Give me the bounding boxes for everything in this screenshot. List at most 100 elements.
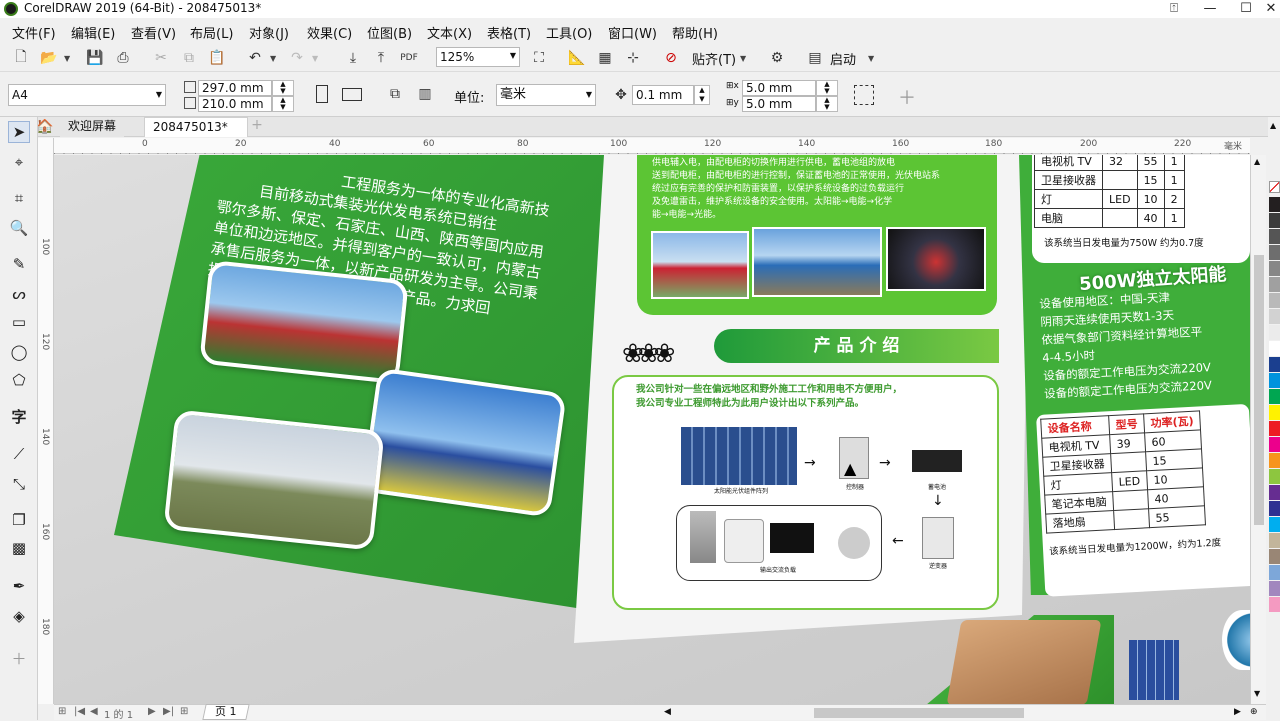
landscape-icon[interactable] — [342, 88, 362, 101]
zoom-tool-icon[interactable]: 🔍 — [8, 217, 30, 239]
redo-dropdown-caret-icon[interactable]: ▼ — [312, 54, 318, 63]
page-size-select[interactable]: A4 ▼ — [8, 84, 166, 106]
color-swatch[interactable] — [1269, 293, 1280, 308]
freehand-tool-icon[interactable]: ✎ — [8, 253, 30, 275]
next-page-icon[interactable]: ▶ — [148, 706, 156, 717]
menu-text[interactable]: 文本(X) — [427, 23, 472, 42]
color-swatch[interactable] — [1269, 325, 1280, 340]
vertical-scrollbar[interactable]: ▲ ▼ — [1250, 155, 1266, 704]
launch-dropdown-caret-icon[interactable]: ▼ — [868, 54, 874, 63]
application-launcher-icon[interactable]: ▤ — [804, 47, 826, 69]
save-icon[interactable]: 💾 — [84, 47, 106, 69]
zoom-level-input[interactable]: 125% ▼ — [436, 47, 520, 67]
add-page-before-icon[interactable]: ⊞ — [58, 706, 66, 717]
menu-bitmaps[interactable]: 位图(B) — [367, 23, 412, 42]
color-swatch[interactable] — [1269, 213, 1280, 228]
duplicate-y-input[interactable]: 5.0 mm — [742, 96, 816, 112]
menu-layout[interactable]: 布局(L) — [190, 23, 233, 42]
new-document-icon[interactable]: 🗋 — [10, 47, 32, 69]
connector-tool-icon[interactable]: ⤡ — [8, 473, 30, 495]
new-tab-icon[interactable]: + — [248, 117, 266, 133]
prev-page-icon[interactable]: ◀ — [90, 706, 98, 717]
color-swatch[interactable] — [1269, 309, 1280, 324]
user-icon[interactable]: ⍐ — [1156, 0, 1192, 18]
navigator-icon[interactable]: ⊕ — [1250, 707, 1258, 717]
options-gear-icon[interactable]: ⚙ — [766, 47, 788, 69]
full-screen-preview-icon[interactable]: ⛶ — [528, 47, 550, 69]
color-swatch[interactable] — [1269, 485, 1280, 500]
drawing-canvas[interactable]: 工程服务为一体的专业化高新技 目前移动式集装光伏发电系统已销往 鄂尔多斯、保定、… — [54, 155, 1250, 704]
publish-pdf-icon[interactable]: PDF — [398, 47, 420, 69]
color-swatch[interactable] — [1269, 245, 1280, 260]
transparency-icon[interactable]: ▩ — [8, 537, 30, 559]
tab-welcome-screen[interactable]: 欢迎屏幕 — [60, 117, 125, 137]
undo-icon[interactable]: ↶ — [244, 47, 266, 69]
home-icon[interactable]: 🏠 — [36, 119, 53, 135]
portrait-icon[interactable] — [316, 85, 328, 103]
page-tab-1[interactable]: 页 1 — [202, 704, 250, 720]
artistic-media-icon[interactable]: ᔕ — [8, 283, 30, 305]
menu-help[interactable]: 帮助(H) — [672, 23, 718, 42]
nudge-spinner[interactable]: ▲ ▼ — [694, 85, 710, 105]
eyedropper-icon[interactable]: ✒ — [8, 575, 30, 597]
last-page-icon[interactable]: ▶| — [163, 706, 174, 717]
open-folder-icon[interactable]: 📂 — [38, 47, 60, 69]
duplicate-x-spinner[interactable]: ▲ ▼ — [816, 80, 838, 96]
redo-icon[interactable]: ↷ — [286, 47, 308, 69]
no-color-swatch[interactable] — [1269, 181, 1280, 193]
color-swatch[interactable] — [1269, 197, 1280, 212]
page-border-icon[interactable] — [854, 85, 874, 105]
close-button[interactable]: ✕ — [1262, 0, 1280, 18]
unit-select[interactable]: 毫米 ▼ — [496, 84, 596, 106]
first-page-icon[interactable]: |◀ — [74, 706, 85, 717]
menu-table[interactable]: 表格(T) — [487, 23, 531, 42]
scroll-down-icon[interactable]: ▼ — [1254, 689, 1260, 698]
color-swatch[interactable] — [1269, 565, 1280, 580]
add-page-after-icon[interactable]: ⊞ — [180, 706, 188, 717]
print-icon[interactable]: ⎙ — [112, 47, 134, 69]
rectangle-tool-icon[interactable]: ▭ — [8, 311, 30, 333]
width-spinner[interactable]: ▲ ▼ — [272, 80, 294, 96]
color-swatch[interactable] — [1269, 597, 1280, 612]
color-swatch[interactable] — [1269, 341, 1280, 356]
color-swatch[interactable] — [1269, 469, 1280, 484]
undo-dropdown-caret-icon[interactable]: ▼ — [270, 54, 276, 63]
color-swatch[interactable] — [1269, 229, 1280, 244]
export-icon[interactable]: ⤒ — [370, 47, 392, 69]
height-spinner[interactable]: ▲ ▼ — [272, 96, 294, 112]
menu-object[interactable]: 对象(J) — [249, 23, 289, 42]
snap-dropdown-caret-icon[interactable]: ▼ — [740, 54, 746, 63]
minimize-button[interactable]: — — [1192, 0, 1228, 18]
shape-tool-icon[interactable]: ⌖ — [8, 151, 30, 173]
scroll-right-icon[interactable]: ▶ — [1234, 707, 1241, 717]
maximize-button[interactable]: ☐ — [1228, 0, 1264, 18]
color-swatch[interactable] — [1269, 549, 1280, 564]
color-swatch[interactable] — [1269, 357, 1280, 372]
current-page-icon[interactable]: ▥ — [414, 83, 436, 105]
add-tool-icon[interactable]: ＋ — [8, 647, 30, 669]
tab-document[interactable]: 208475013* — [144, 117, 248, 137]
menu-edit[interactable]: 编辑(E) — [71, 23, 115, 42]
vertical-scroll-thumb[interactable] — [1254, 255, 1264, 525]
menu-file[interactable]: 文件(F) — [12, 23, 56, 42]
polygon-tool-icon[interactable]: ⬠ — [8, 369, 30, 391]
add-icon[interactable]: ＋ — [898, 84, 916, 110]
show-rulers-icon[interactable]: 📐 — [566, 47, 588, 69]
nudge-distance-input[interactable]: 0.1 mm — [632, 85, 694, 105]
menu-effects[interactable]: 效果(C) — [307, 23, 352, 42]
parallel-dimension-icon[interactable]: ⟋ — [8, 443, 30, 465]
scroll-up-icon[interactable]: ▲ — [1254, 157, 1260, 166]
color-swatch[interactable] — [1269, 437, 1280, 452]
color-swatch[interactable] — [1269, 373, 1280, 388]
crop-tool-icon[interactable]: ⌗ — [8, 187, 30, 209]
color-swatch[interactable] — [1269, 501, 1280, 516]
open-dropdown-caret-icon[interactable]: ▼ — [64, 54, 70, 63]
paste-icon[interactable]: 📋 — [206, 47, 228, 69]
color-swatch[interactable] — [1269, 261, 1280, 276]
interactive-fill-icon[interactable]: ◈ — [8, 605, 30, 627]
color-swatch[interactable] — [1269, 453, 1280, 468]
drop-shadow-icon[interactable]: ❐ — [8, 509, 30, 531]
menu-window[interactable]: 窗口(W) — [608, 23, 657, 42]
pick-tool-icon[interactable]: ➤ — [8, 121, 30, 143]
menu-tools[interactable]: 工具(O) — [546, 23, 592, 42]
